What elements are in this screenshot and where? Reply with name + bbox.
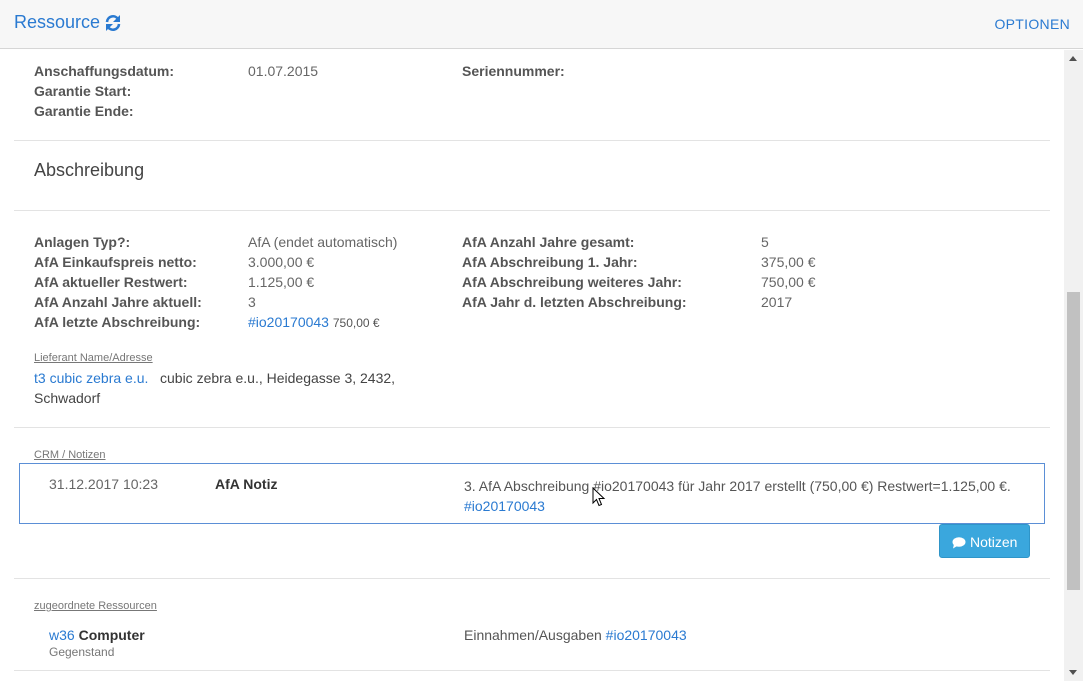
current-years-label: AfA Anzahl Jahre aktuell: xyxy=(34,294,202,310)
acquisition-date-label: Anschaffungsdatum: xyxy=(34,63,174,79)
last-depreciation-link[interactable]: #io20170043 xyxy=(248,314,329,330)
last-depreciation-value: #io20170043 750,00 € xyxy=(248,314,380,330)
total-years-label: AfA Anzahl Jahre gesamt: xyxy=(462,234,635,250)
assigned-resource-item[interactable]: w36 Computer xyxy=(49,627,145,643)
divider xyxy=(14,210,1050,211)
options-button[interactable]: OPTIONEN xyxy=(994,16,1070,32)
assigned-resource-ref-link[interactable]: #io20170043 xyxy=(606,627,687,643)
comment-icon xyxy=(952,536,966,549)
divider xyxy=(14,140,1050,141)
first-year-depreciation-value: 375,00 € xyxy=(761,254,816,270)
note-link[interactable]: #io20170043 xyxy=(464,498,545,514)
supplier-address-line1: cubic zebra e.u., Heidegasse 3, 2432, xyxy=(160,370,396,386)
scroll-down-icon[interactable] xyxy=(1069,670,1077,675)
scrollbar[interactable] xyxy=(1064,50,1083,681)
warranty-end-label: Garantie Ende: xyxy=(34,103,134,119)
last-depreciation-year-value: 2017 xyxy=(761,294,793,310)
notes-button[interactable]: Notizen xyxy=(939,524,1030,558)
residual-value-value: 1.125,00 € xyxy=(248,274,315,290)
total-years-value: 5 xyxy=(761,234,769,250)
first-year-depreciation-label: AfA Abschreibung 1. Jahr: xyxy=(462,254,638,270)
scrollbar-thumb[interactable] xyxy=(1067,292,1080,590)
note-title: AfA Notiz xyxy=(215,476,278,492)
refresh-icon[interactable] xyxy=(103,13,123,33)
purchase-price-label: AfA Einkaufspreis netto: xyxy=(34,254,197,270)
current-years-value: 3 xyxy=(248,294,256,310)
further-year-depreciation-value: 750,00 € xyxy=(761,274,816,290)
resource-detail: Anschaffungsdatum: 01.07.2015 Seriennumm… xyxy=(0,50,1064,681)
residual-value-label: AfA aktueller Restwert: xyxy=(34,274,188,290)
notes-button-label: Notizen xyxy=(970,534,1018,550)
further-year-depreciation-label: AfA Abschreibung weiteres Jahr: xyxy=(462,274,682,290)
supplier-address-line2: Schwadorf xyxy=(34,390,101,406)
last-depreciation-label: AfA letzte Abschreibung: xyxy=(34,314,201,330)
section-title-depreciation: Abschreibung xyxy=(34,160,145,180)
asset-type-value: AfA (endet automatisch) xyxy=(248,234,398,250)
scroll-up-icon[interactable] xyxy=(1069,56,1077,61)
serial-number-label: Seriennummer: xyxy=(462,63,565,79)
assigned-resource-category: Einnahmen/Ausgaben #io20170043 xyxy=(464,627,687,643)
note-item[interactable]: 31.12.2017 10:23 AfA Notiz 3. AfA Abschr… xyxy=(19,463,1045,524)
mouse-cursor-icon xyxy=(592,487,606,507)
assigned-resource-link[interactable]: w36 xyxy=(49,627,75,643)
crm-notes-label: CRM / Notizen xyxy=(34,449,106,461)
supplier-link[interactable]: t3 cubic zebra e.u. xyxy=(34,370,148,386)
divider xyxy=(14,427,1050,428)
assigned-resource-name: Computer xyxy=(78,627,145,643)
page-title: Ressource xyxy=(14,12,101,32)
supplier-label: Lieferant Name/Adresse xyxy=(34,352,153,364)
last-depreciation-amount: 750,00 € xyxy=(332,316,380,330)
asset-type-label: Anlagen Typ?: xyxy=(34,234,131,250)
assigned-resources-label: zugeordnete Ressourcen xyxy=(34,600,157,612)
app-header: Ressource OPTIONEN xyxy=(0,0,1083,49)
note-date: 31.12.2017 10:23 xyxy=(49,476,158,492)
purchase-price-value: 3.000,00 € xyxy=(248,254,315,270)
acquisition-date-value: 01.07.2015 xyxy=(248,63,319,79)
divider xyxy=(14,578,1050,579)
divider xyxy=(14,670,1050,671)
last-depreciation-year-label: AfA Jahr d. letzten Abschreibung: xyxy=(462,294,687,310)
warranty-start-label: Garantie Start: xyxy=(34,83,132,99)
note-text: 3. AfA Abschreibung #io20170043 für Jahr… xyxy=(464,478,1011,514)
assigned-resource-type: Gegenstand xyxy=(49,645,115,659)
